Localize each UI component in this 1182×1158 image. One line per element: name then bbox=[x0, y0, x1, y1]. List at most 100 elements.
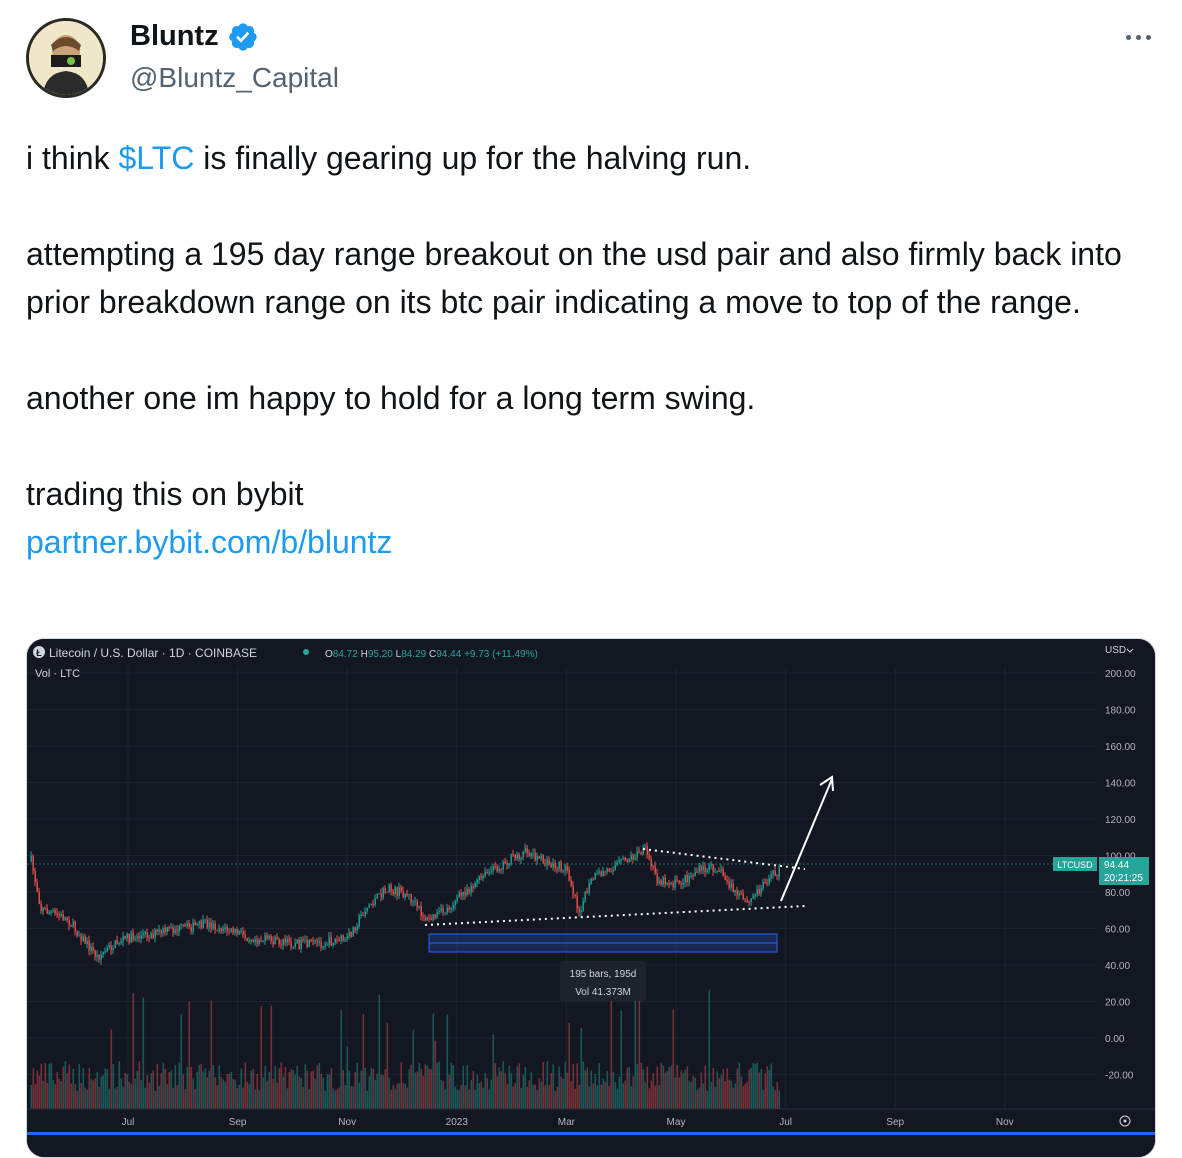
volume-bar bbox=[140, 1080, 143, 1109]
volume-bar bbox=[488, 1089, 491, 1109]
volume-bar bbox=[194, 1089, 197, 1109]
candle-body bbox=[668, 883, 670, 885]
volume-bar bbox=[368, 1076, 371, 1109]
volume-bar bbox=[294, 1074, 297, 1109]
candle-body bbox=[332, 943, 334, 946]
volume-bar bbox=[394, 1088, 397, 1109]
volume-bar bbox=[652, 1073, 655, 1109]
volume-bar bbox=[184, 1089, 187, 1109]
candle-body bbox=[252, 939, 254, 943]
candle-body bbox=[282, 938, 284, 946]
volume-bar bbox=[560, 1076, 563, 1109]
candle-body bbox=[62, 914, 64, 921]
candle-body bbox=[358, 915, 360, 927]
candle-body bbox=[758, 889, 760, 894]
candle-body bbox=[682, 882, 684, 885]
volume-bar bbox=[444, 1089, 447, 1109]
candle-body bbox=[92, 946, 94, 951]
volume-bar bbox=[176, 1085, 179, 1109]
volume-bar bbox=[522, 1074, 525, 1109]
volume-bar bbox=[736, 1068, 739, 1109]
volume-bar bbox=[722, 1069, 725, 1109]
candle-body bbox=[346, 936, 348, 939]
candle-body bbox=[434, 914, 436, 918]
candle-body bbox=[202, 919, 204, 928]
volume-bar bbox=[250, 1070, 253, 1109]
candle-body bbox=[626, 860, 628, 863]
volume-bar bbox=[544, 1085, 547, 1109]
candle-body bbox=[688, 876, 690, 883]
volume-bar bbox=[266, 1081, 269, 1109]
candle-body bbox=[208, 922, 210, 928]
candle-body bbox=[504, 861, 506, 864]
volume-bar bbox=[676, 1064, 679, 1109]
volume-bar bbox=[170, 1070, 173, 1109]
candle-body bbox=[556, 868, 558, 870]
candle-body bbox=[712, 864, 714, 872]
volume-bar bbox=[30, 1084, 33, 1109]
candle-body bbox=[396, 886, 398, 896]
candle-body bbox=[102, 952, 104, 955]
price-tick-label: 80.00 bbox=[1105, 888, 1130, 899]
price-tick-label: 180.00 bbox=[1105, 706, 1136, 717]
candle-body bbox=[44, 908, 46, 910]
author-name[interactable]: Bluntz bbox=[130, 20, 219, 53]
volume-bar bbox=[516, 1066, 519, 1109]
candle-body bbox=[316, 940, 318, 943]
volume-bar bbox=[334, 1090, 337, 1109]
cashtag-link[interactable]: $LTC bbox=[118, 140, 194, 176]
candle-body bbox=[484, 871, 486, 877]
candle-body bbox=[610, 871, 612, 873]
volume-bar bbox=[664, 1072, 667, 1109]
candle-body bbox=[614, 864, 616, 870]
candle-body bbox=[550, 863, 552, 868]
volume-bar bbox=[200, 1063, 203, 1109]
candle-body bbox=[328, 936, 330, 945]
volume-bar bbox=[744, 1083, 747, 1109]
volume-bar bbox=[186, 1066, 189, 1109]
volume-bar bbox=[576, 1063, 579, 1109]
volume-bar bbox=[486, 1077, 489, 1109]
symbol-title[interactable]: Litecoin / U.S. Dollar · 1D · COINBASE bbox=[49, 646, 257, 660]
volume-bar bbox=[742, 1085, 745, 1109]
volume-bar bbox=[604, 1081, 607, 1109]
volume-bar bbox=[124, 1072, 127, 1109]
volume-bar bbox=[468, 1089, 471, 1109]
volume-bar bbox=[64, 1061, 67, 1109]
avatar[interactable] bbox=[26, 18, 106, 98]
volume-bar bbox=[114, 1088, 117, 1109]
candle-body bbox=[678, 880, 680, 884]
volume-bar bbox=[298, 1076, 301, 1109]
volume-bar bbox=[222, 1079, 225, 1109]
chart-image[interactable]: 195 bars, 195d Vol 41.373M Ł Litecoin / … bbox=[26, 638, 1156, 1158]
bybit-link[interactable]: partner.bybit.com/b/bluntz bbox=[26, 524, 392, 560]
candle-body bbox=[388, 884, 390, 893]
volume-bar bbox=[734, 1083, 737, 1109]
volume-bar bbox=[420, 1068, 423, 1109]
volume-bar bbox=[724, 1081, 727, 1109]
volume-bar bbox=[354, 1072, 357, 1109]
tradingview-chart: 195 bars, 195d Vol 41.373M Ł Litecoin / … bbox=[27, 639, 1155, 1157]
candle-body bbox=[490, 870, 492, 873]
more-options-button[interactable] bbox=[1120, 22, 1156, 52]
candle-body bbox=[68, 920, 70, 926]
author-handle[interactable]: @Bluntz_Capital bbox=[130, 62, 339, 94]
candle-body bbox=[222, 929, 224, 932]
candle-body bbox=[138, 936, 140, 939]
volume-bar bbox=[636, 1063, 639, 1109]
candle-body bbox=[602, 871, 604, 876]
price-tick-label: 0.00 bbox=[1105, 1034, 1125, 1045]
candle-body bbox=[558, 862, 560, 870]
candle-body bbox=[176, 929, 178, 932]
volume-bar bbox=[218, 1065, 221, 1109]
candle-body bbox=[410, 894, 412, 903]
volume-bar bbox=[102, 1075, 105, 1109]
volume-bar bbox=[638, 998, 641, 1109]
volume-bar bbox=[268, 1071, 271, 1109]
candle-body bbox=[600, 871, 602, 876]
volume-bar bbox=[512, 1086, 515, 1109]
candle-body bbox=[294, 943, 296, 948]
candle-body bbox=[212, 923, 214, 929]
avatar-image bbox=[29, 21, 103, 95]
currency-selector[interactable]: USD bbox=[1105, 645, 1126, 656]
